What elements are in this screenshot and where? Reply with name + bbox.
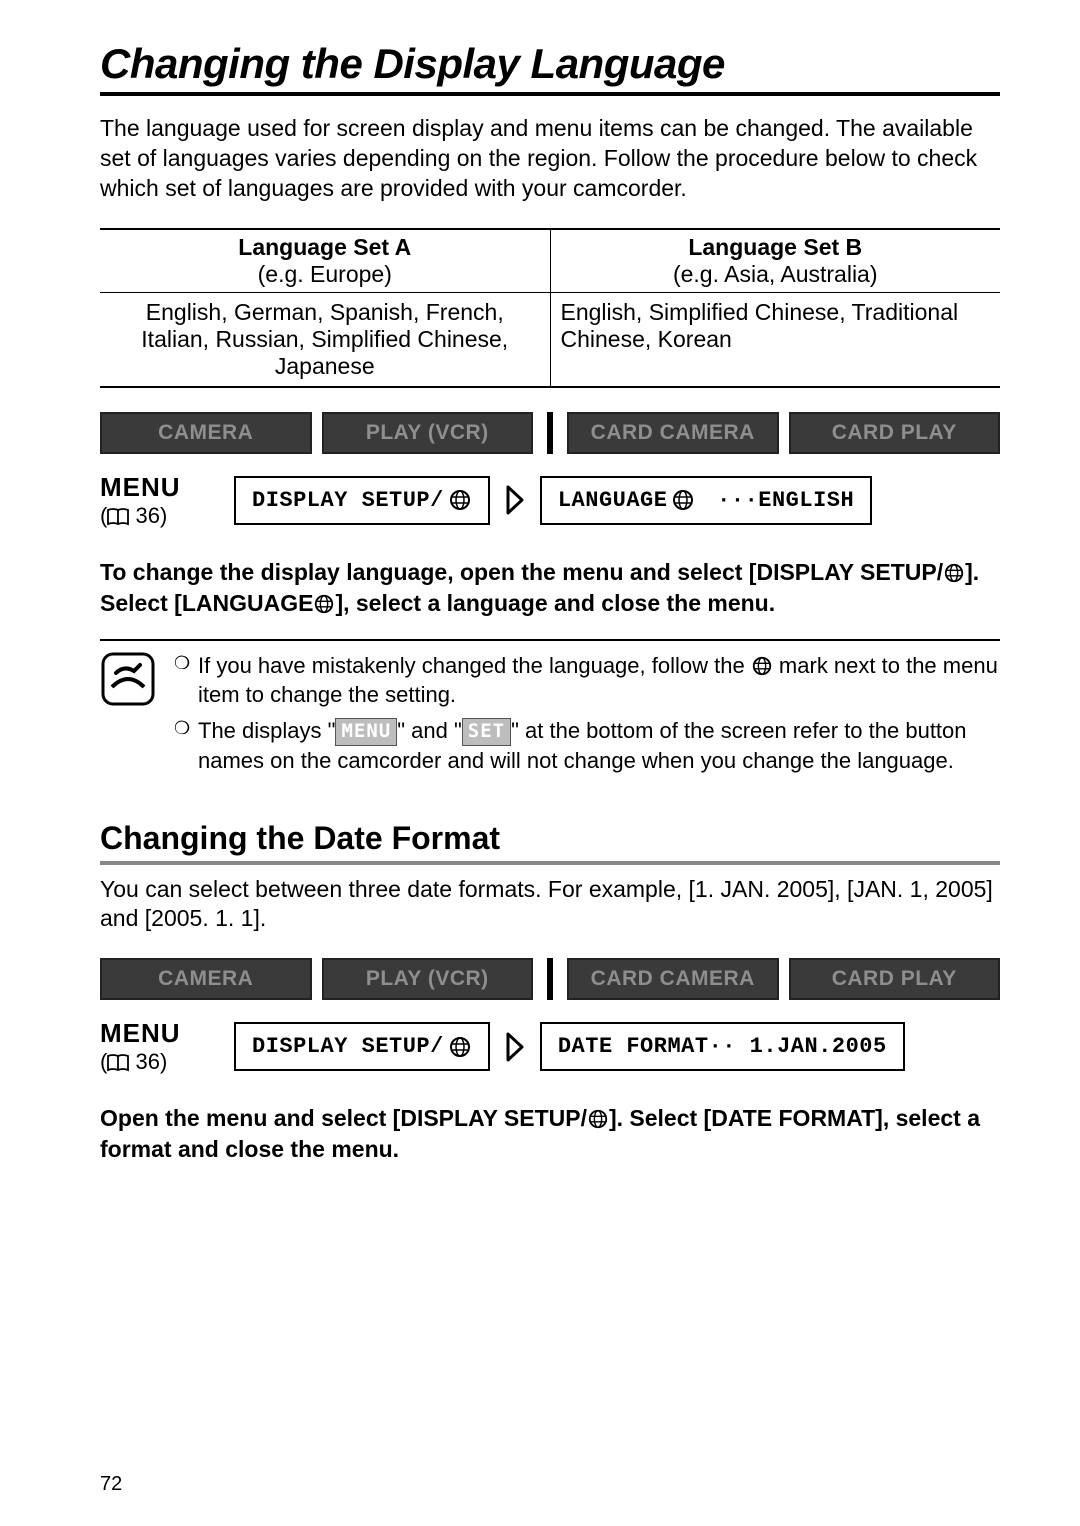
notes-block: If you have mistakenly changed the langu…	[100, 651, 1000, 782]
mode-separator	[547, 958, 553, 1000]
book-icon	[107, 1054, 129, 1072]
mode-card-play: CARD PLAY	[789, 958, 1001, 1000]
globe-icon	[448, 1035, 472, 1059]
menu-path-row: MENU ( 36) DISPLAY SETUP/ DATE FORMAT·· …	[100, 1018, 1000, 1075]
mode-camera: CAMERA	[100, 412, 312, 454]
divider	[100, 639, 1000, 641]
menu-path-row: MENU ( 36) DISPLAY SETUP/ LANGUAGE ···EN…	[100, 472, 1000, 529]
arrow-right-icon	[504, 485, 526, 515]
table-header-b: Language Set B (e.g. Asia, Australia)	[550, 229, 1000, 293]
menu-label: MENU ( 36)	[100, 1018, 220, 1075]
mode-row: CAMERA PLAY (VCR) CARD CAMERA CARD PLAY	[100, 958, 1000, 1000]
globe-icon	[943, 562, 965, 584]
table-header-a: Language Set A (e.g. Europe)	[100, 229, 550, 293]
table-cell-a: English, German, Spanish, French, Italia…	[100, 292, 550, 387]
arrow-right-icon	[504, 1032, 526, 1062]
date-intro: You can select between three date format…	[100, 875, 1000, 935]
mode-card-play: CARD PLAY	[789, 412, 1001, 454]
path-date-format: DATE FORMAT·· 1.JAN.2005	[540, 1022, 905, 1071]
note-icon	[100, 651, 156, 782]
mode-card-camera: CARD CAMERA	[567, 958, 779, 1000]
intro-paragraph: The language used for screen display and…	[100, 114, 1000, 204]
set-chip: SET	[462, 718, 511, 746]
mode-card-camera: CARD CAMERA	[567, 412, 779, 454]
book-icon	[107, 508, 129, 526]
table-cell-b: English, Simplified Chinese, Traditional…	[550, 292, 1000, 387]
globe-icon	[751, 655, 773, 677]
globe-icon	[671, 488, 695, 512]
page-number: 72	[100, 1473, 122, 1496]
globe-icon	[448, 488, 472, 512]
language-sets-table: Language Set A (e.g. Europe) Language Se…	[100, 228, 1000, 388]
page-title: Changing the Display Language	[100, 40, 1000, 96]
subtitle-date-format: Changing the Date Format	[100, 820, 1000, 865]
globe-icon	[313, 593, 335, 615]
mode-separator	[547, 412, 553, 454]
instruction-2: Open the menu and select [DISPLAY SETUP/…	[100, 1103, 1000, 1165]
globe-icon	[587, 1108, 609, 1130]
path-display-setup: DISPLAY SETUP/	[234, 476, 490, 525]
note-item: If you have mistakenly changed the langu…	[174, 651, 1000, 710]
path-display-setup: DISPLAY SETUP/	[234, 1022, 490, 1071]
instruction-1: To change the display language, open the…	[100, 557, 1000, 619]
mode-row: CAMERA PLAY (VCR) CARD CAMERA CARD PLAY	[100, 412, 1000, 454]
mode-camera: CAMERA	[100, 958, 312, 1000]
mode-play-vcr: PLAY (VCR)	[322, 412, 534, 454]
menu-label: MENU ( 36)	[100, 472, 220, 529]
menu-chip: MENU	[335, 718, 397, 746]
path-language: LANGUAGE ···ENGLISH	[540, 476, 872, 525]
note-item: The displays "MENU" and "SET" at the bot…	[174, 716, 1000, 775]
mode-play-vcr: PLAY (VCR)	[322, 958, 534, 1000]
